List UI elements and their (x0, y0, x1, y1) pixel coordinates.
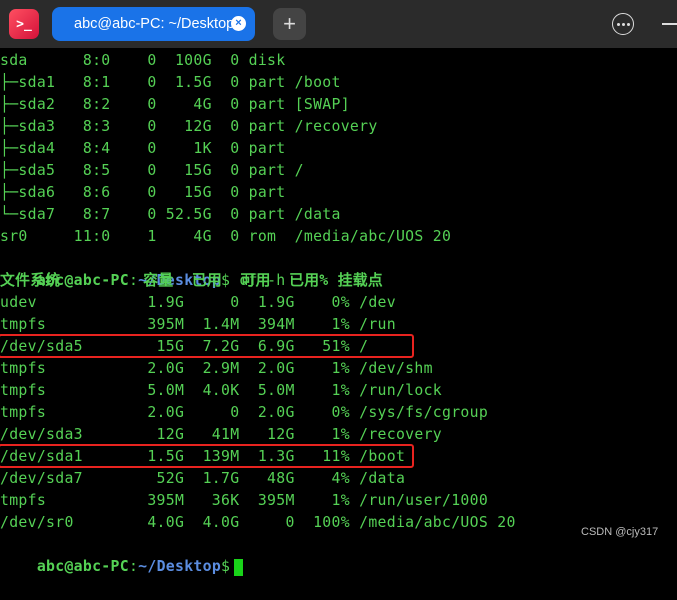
new-tab-button[interactable]: + (273, 8, 306, 40)
minimize-icon[interactable] (662, 23, 677, 25)
lsblk-line: ├─sda5 8:5 0 15G 0 part / (0, 162, 304, 179)
lsblk-line: sr0 11:0 1 4G 0 rom /media/abc/UOS 20 (0, 228, 452, 245)
lsblk-line: ├─sda6 8:6 0 15G 0 part (0, 184, 286, 201)
more-options-icon[interactable] (612, 13, 634, 35)
highlight-box-sda5 (0, 334, 414, 358)
lsblk-line: └─sda7 8:7 0 52.5G 0 part /data (0, 206, 341, 223)
df-row: tmpfs 2.0G 0 2.0G 0% /sys/fs/cgroup (0, 404, 489, 421)
df-row: udev 1.9G 0 1.9G 0% /dev (0, 294, 396, 311)
df-row: /dev/sda3 12G 41M 12G 1% /recovery (0, 426, 443, 443)
df-row: tmpfs 395M 1.4M 394M 1% /run (0, 316, 396, 333)
prompt-separator: : (128, 558, 139, 575)
prompt-path: ~/Desktop (138, 558, 222, 575)
df-row: /dev/sda7 52G 1.7G 48G 4% /data (0, 470, 406, 487)
df-row: tmpfs 2.0G 2.9M 2.0G 1% /dev/shm (0, 360, 433, 377)
highlight-box-sda1 (0, 444, 414, 468)
prompt-user: abc@abc-PC (36, 558, 129, 575)
text-cursor (234, 558, 244, 576)
lsblk-line: ├─sda1 8:1 0 1.5G 0 part /boot (0, 74, 341, 91)
prompt-symbol: $ (221, 558, 231, 575)
lsblk-line: ├─sda4 8:4 0 1K 0 part (0, 140, 286, 157)
prompt-line: abc@abc-PC:~/Desktop$ (0, 534, 244, 576)
lsblk-line: ├─sda2 8:2 0 4G 0 part [SWAP] (0, 96, 350, 113)
lsblk-line: sda 8:0 0 100G 0 disk (0, 52, 286, 69)
close-icon[interactable]: × (231, 16, 246, 31)
terminal-output[interactable]: sda 8:0 0 100G 0 disk ├─sda1 8:1 0 1.5G … (0, 49, 677, 576)
prompt-line: abc@abc-PC:~/Desktop$ df -h (0, 248, 286, 289)
df-header: 文件系统 容量 已用 可用 已用% 挂载点 (0, 272, 383, 289)
watermark: CSDN @cjy317 (581, 526, 659, 538)
tab-terminal[interactable]: abc@abc-PC: ~/Desktop × (52, 7, 255, 41)
terminal-app-icon[interactable]: >_ (9, 9, 39, 39)
tab-title: abc@abc-PC: ~/Desktop (74, 16, 235, 32)
df-row: /dev/sr0 4.0G 4.0G 0 100% /media/abc/UOS… (0, 514, 516, 531)
df-row: tmpfs 395M 36K 395M 1% /run/user/1000 (0, 492, 489, 509)
lsblk-line: ├─sda3 8:3 0 12G 0 part /recovery (0, 118, 378, 135)
title-bar: >_ abc@abc-PC: ~/Desktop × + (0, 0, 677, 48)
df-row: tmpfs 5.0M 4.0K 5.0M 1% /run/lock (0, 382, 443, 399)
